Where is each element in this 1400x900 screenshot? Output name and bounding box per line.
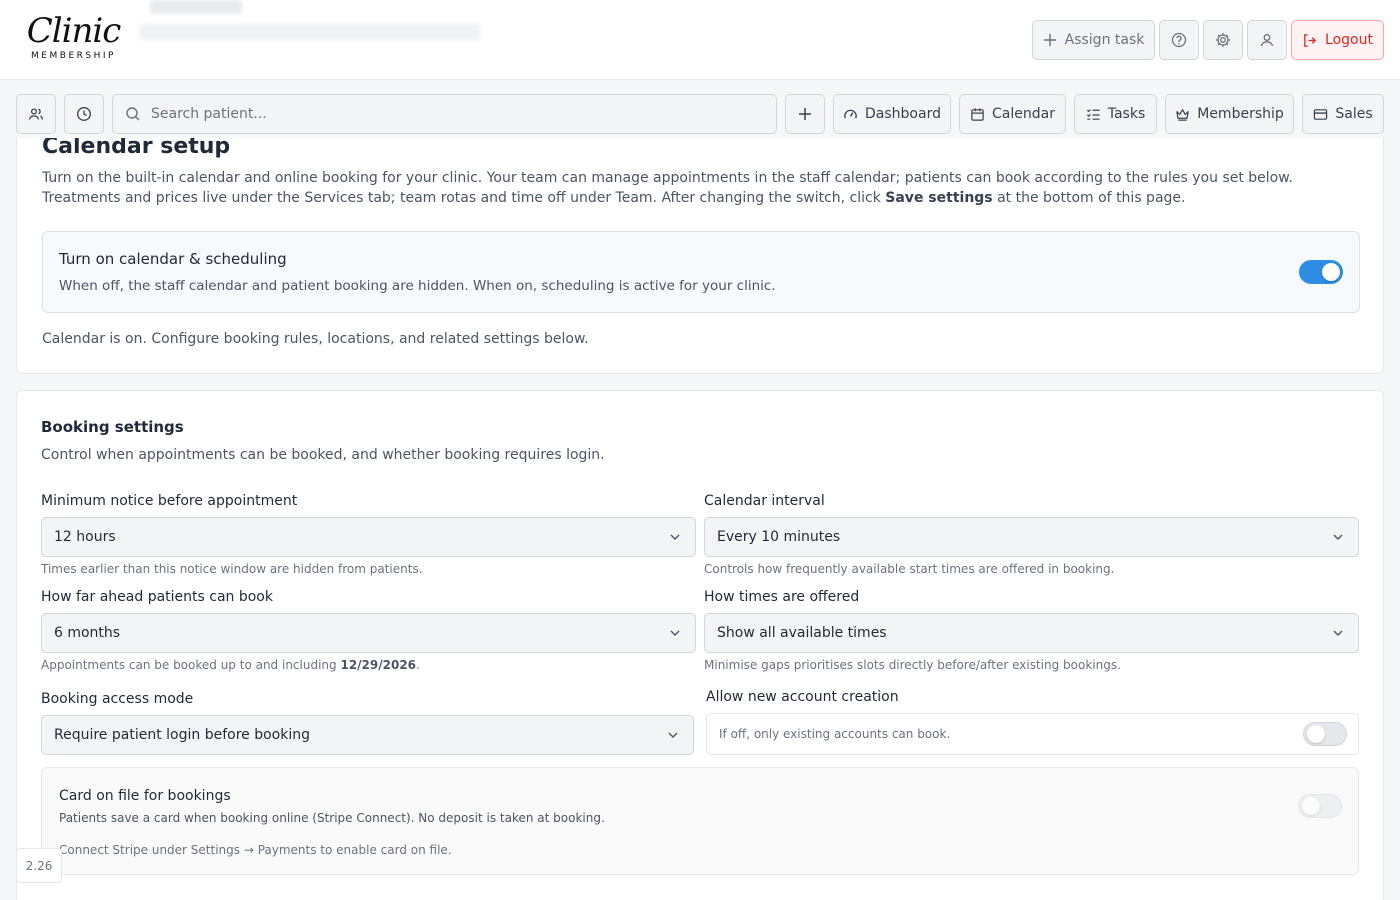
calendar-setup-description-end: at the bottom of this page. <box>992 190 1186 206</box>
nav-sales-label: Sales <box>1335 106 1373 122</box>
logout-label: Logout <box>1325 32 1373 48</box>
nav-membership-label: Membership <box>1197 106 1284 122</box>
booking-horizon-select[interactable]: 6 months <box>41 613 696 653</box>
calendar-icon <box>971 107 984 121</box>
min-notice-help: Times earlier than this notice window ar… <box>41 562 423 576</box>
add-button[interactable] <box>785 94 825 134</box>
toggle-knob <box>1307 725 1325 743</box>
times-offered-value: Show all available times <box>717 625 887 641</box>
logout-icon <box>1304 33 1317 47</box>
plus-icon <box>1043 34 1056 46</box>
patients-button[interactable] <box>16 94 56 134</box>
crown-icon <box>1176 108 1189 121</box>
chevron-down-icon <box>1333 534 1343 540</box>
booking-horizon-help-text: Appointments can be booked up to and inc… <box>41 658 341 672</box>
booking-access-value: Require patient login before booking <box>54 727 310 743</box>
new-account-card: If off, only existing accounts can book. <box>706 713 1359 755</box>
toggle-knob <box>1302 797 1320 815</box>
plus-icon <box>799 108 811 120</box>
booking-access-label: Booking access mode <box>41 691 194 707</box>
calendar-setup-panel: Calendar setup Turn on the built-in cale… <box>16 138 1384 374</box>
app-header: Clinic MEMBERSHIP Assign task Logout <box>0 0 1400 80</box>
nav-tasks[interactable]: Tasks <box>1074 94 1157 134</box>
patient-search-input[interactable] <box>151 106 751 122</box>
credit-card-icon <box>1314 108 1328 120</box>
booking-horizon-value: 6 months <box>54 625 121 641</box>
chevron-down-icon <box>670 534 680 540</box>
assign-task-button[interactable]: Assign task <box>1032 20 1155 60</box>
calendar-toggle-description: When off, the staff calendar and patient… <box>59 278 776 294</box>
card-on-file-description: Patients save a card when booking online… <box>59 811 605 825</box>
booking-settings-description: Control when appointments can be booked,… <box>41 447 605 463</box>
booking-horizon-help: Appointments can be booked up to and inc… <box>41 658 420 672</box>
calendar-interval-value: Every 10 minutes <box>717 529 841 545</box>
calendar-setup-title: Calendar setup <box>42 138 231 159</box>
booking-horizon-label: How far ahead patients can book <box>41 589 273 605</box>
search-icon <box>126 107 140 121</box>
user-icon <box>1260 34 1274 47</box>
chevron-down-icon <box>1333 630 1343 636</box>
gauge-icon <box>844 109 857 119</box>
calendar-status-text: Calendar is on. Configure booking rules,… <box>42 331 589 347</box>
logo-script: Clinic <box>26 11 122 51</box>
nav-membership[interactable]: Membership <box>1165 94 1294 134</box>
nav-calendar-label: Calendar <box>992 106 1055 122</box>
new-account-label: Allow new account creation <box>706 689 899 705</box>
new-account-help: If off, only existing accounts can book. <box>719 727 951 741</box>
users-icon <box>28 108 44 120</box>
nav-sales[interactable]: Sales <box>1302 94 1384 134</box>
chevron-down-icon <box>668 732 678 738</box>
version-badge: 2.26 <box>16 848 62 883</box>
booking-settings-title: Booking settings <box>41 418 184 436</box>
min-notice-label: Minimum notice before appointment <box>41 493 298 509</box>
min-notice-value: 12 hours <box>54 529 116 545</box>
nav-dashboard-label: Dashboard <box>865 106 941 122</box>
clock-icon <box>77 107 91 121</box>
history-button[interactable] <box>64 94 104 134</box>
settings-button[interactable] <box>1203 20 1243 60</box>
booking-settings-panel: Booking settings Control when appointmen… <box>16 390 1384 900</box>
logout-button[interactable]: Logout <box>1291 20 1384 60</box>
help-button[interactable] <box>1159 20 1199 60</box>
booking-access-select[interactable]: Require patient login before booking <box>41 715 694 755</box>
card-on-file-note: Connect Stripe under Settings → Payments… <box>59 843 452 857</box>
toggle-knob <box>1322 263 1340 281</box>
calendar-toggle-card: Turn on calendar & scheduling When off, … <box>42 231 1360 313</box>
calendar-interval-label: Calendar interval <box>704 493 825 509</box>
times-offered-label: How times are offered <box>704 589 860 605</box>
clinic-logo[interactable]: Clinic MEMBERSHIP <box>16 8 131 70</box>
times-offered-select[interactable]: Show all available times <box>704 613 1359 653</box>
nav-tasks-label: Tasks <box>1107 106 1146 122</box>
calendar-toggle-title: Turn on calendar & scheduling <box>59 250 287 268</box>
gear-icon <box>1216 33 1230 47</box>
assign-task-label: Assign task <box>1064 32 1145 48</box>
new-account-toggle[interactable] <box>1303 722 1347 746</box>
nav-calendar[interactable]: Calendar <box>959 94 1066 134</box>
help-circle-icon <box>1171 32 1187 48</box>
card-on-file-card: Card on file for bookings Patients save … <box>41 767 1359 875</box>
booking-horizon-help-end: . <box>416 658 420 672</box>
nav-dashboard[interactable]: Dashboard <box>833 94 951 134</box>
card-on-file-toggle[interactable] <box>1298 794 1342 818</box>
save-settings-emphasis: Save settings <box>885 190 993 206</box>
min-notice-select[interactable]: 12 hours <box>41 517 696 557</box>
obscured-header-fragment <box>140 24 480 40</box>
calendar-interval-help: Controls how frequently available start … <box>704 562 1115 576</box>
booking-horizon-date: 12/29/2026 <box>340 658 417 672</box>
calendar-scheduling-toggle[interactable] <box>1299 260 1343 284</box>
calendar-setup-description: Turn on the built-in calendar and online… <box>42 168 1362 208</box>
times-offered-help: Minimise gaps prioritises slots directly… <box>704 658 1121 672</box>
obscured-header-fragment <box>150 0 242 14</box>
card-on-file-title: Card on file for bookings <box>59 788 231 804</box>
chevron-down-icon <box>670 630 680 636</box>
profile-button[interactable] <box>1247 20 1287 60</box>
calendar-interval-select[interactable]: Every 10 minutes <box>704 517 1359 557</box>
patient-search-box[interactable] <box>112 94 777 134</box>
checklist-icon <box>1086 108 1100 120</box>
logo-subtitle: MEMBERSHIP <box>31 51 116 61</box>
